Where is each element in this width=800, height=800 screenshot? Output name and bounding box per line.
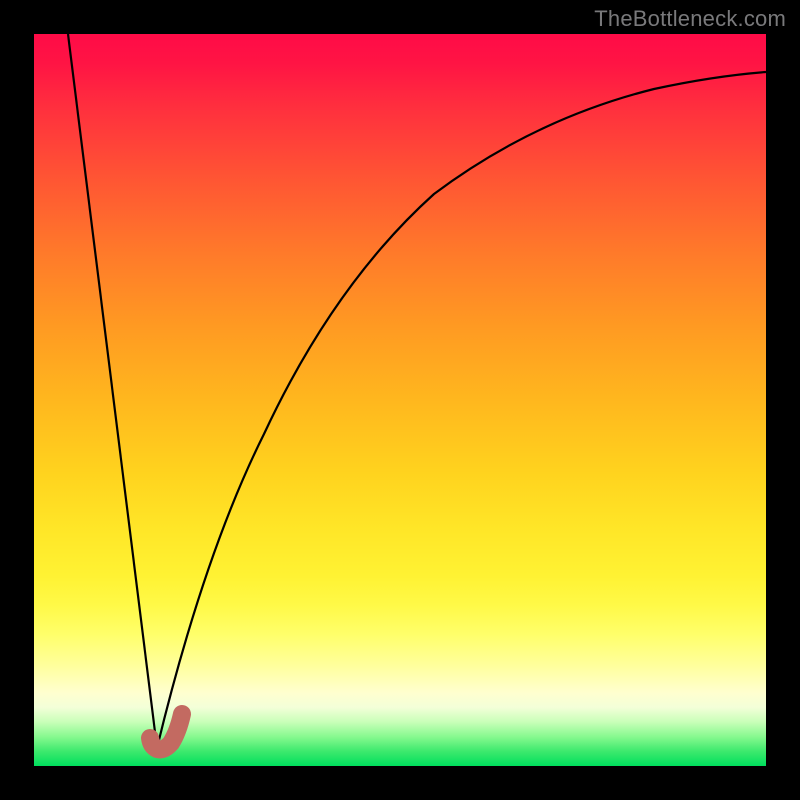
chart-frame: TheBottleneck.com xyxy=(0,0,800,800)
watermark-text: TheBottleneck.com xyxy=(594,6,786,32)
curve-left-descent xyxy=(68,34,157,748)
j-marker-icon xyxy=(150,714,182,749)
bottleneck-curve xyxy=(34,34,766,766)
curve-right-ascent xyxy=(157,72,766,748)
plot-area xyxy=(34,34,766,766)
